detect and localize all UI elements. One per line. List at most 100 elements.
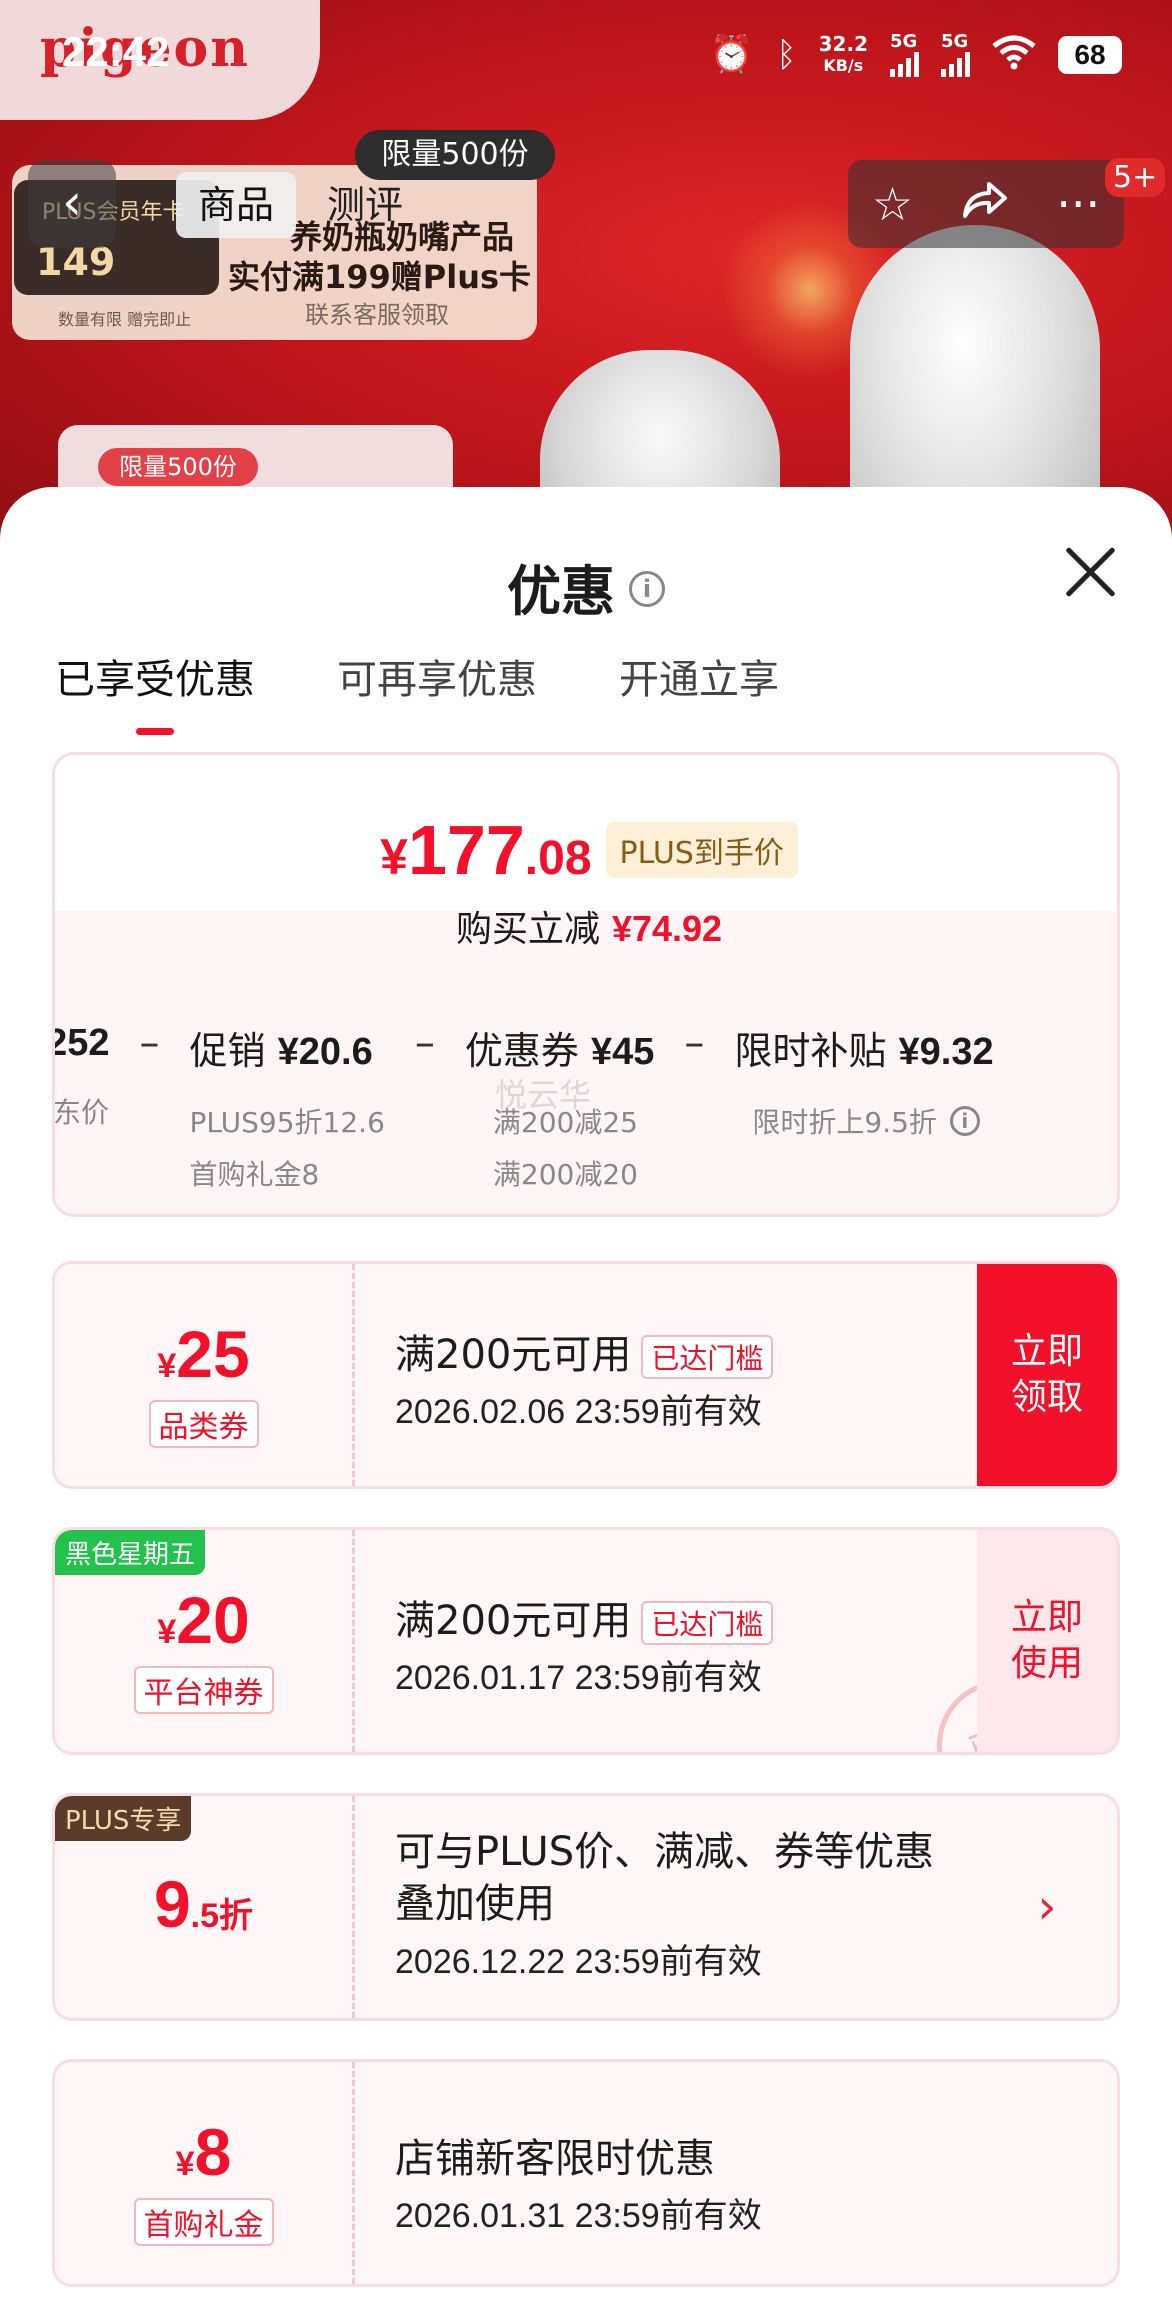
quantity-note: 数量有限 赠完即止 [58,310,192,329]
breakdown-sub-line: 满200减20 [492,1158,638,1191]
coupon-type: 品类券 [148,1400,259,1448]
price-summary-card: ¥177.08PLUS到手价 购买立减 ¥74.92 ¥252 京东价 – 促销 … [52,752,1120,1217]
sim1-signal: 5G [890,33,919,77]
threshold-met-tag: 已达门槛 [641,1601,774,1645]
breakdown-sub: PLUS95折12.6 首购礼金8 [190,1097,385,1201]
coupon-card[interactable]: ¥25 品类券 满200元可用 已达门槛 2026.02.06 23:59前有效 … [52,1261,1120,1489]
coupon-expiry: 2026.01.17 23:59前有效 [395,1659,762,1697]
status-bar: 22:42 ⏰ ᛒ 32.2 KB/s 5G 5G 68 [0,0,1172,120]
plus-price-tag: PLUS到手价 [605,822,798,878]
price-decimal: .08 [524,832,592,885]
net-speed-unit: KB/s [823,56,864,75]
info-icon[interactable]: i [949,1106,980,1136]
promo-line-2: 实付满199赠Plus卡 [228,258,532,296]
coupon-value: ¥8 [55,2114,352,2190]
chevron-right-icon[interactable]: › [977,1796,1117,2018]
sim2-label: 5G [941,31,969,52]
info-icon[interactable]: i [629,571,665,608]
coupon-details: 可与PLUS价、满减、券等优惠 叠加使用 2026.12.22 23:59前有效 [395,1826,934,1983]
coupon-type: 平台神券 [133,1666,274,1714]
coupon-card[interactable]: PLUS专享 9.5折 可与PLUS价、满减、券等优惠 叠加使用 2026.12… [52,1793,1120,2021]
coupon-type: 首购礼金 [133,2198,274,2246]
final-price: ¥177.08 [380,810,591,890]
claim-coupon-button[interactable]: 立即 领取 [977,1264,1117,1486]
use-coupon-button[interactable]: 立即 使用 [977,1530,1117,1752]
coupon-amount: 9 [153,1867,191,1941]
coupon-condition: 满200元可用 已达门槛 [395,1588,774,1646]
price-currency: ¥ [380,829,408,885]
breakdown-value: 促销 ¥20.6 [190,1020,385,1075]
coupon-condition: 可与PLUS价、满减、券等优惠 [395,1829,935,1875]
coupon-condition-text: 满200元可用 [395,1332,632,1378]
tab-activate-discounts[interactable]: 开通立享 [619,647,779,735]
coupon-suffix: .5折 [190,1897,254,1935]
coupon-amount: 8 [194,2115,232,2189]
watermark: 悦云华 [495,1076,592,1114]
coupon-value-area: ¥8 首购礼金 [55,2062,355,2284]
sheet-title: 优惠 i [0,547,1172,626]
status-icons: ⏰ ᛒ 32.2 KB/s 5G 5G 68 [709,30,1122,80]
bluetooth-icon: ᛒ [776,35,797,75]
reduction-row: 购买立减 ¥74.92 [55,900,1117,952]
coupon-card[interactable]: ¥8 首购礼金 店铺新客限时优惠 2026.01.31 23:59前有效 [52,2059,1120,2287]
breakdown-amount: ¥9.32 [898,1031,994,1073]
coupon-currency: ¥ [157,1613,177,1651]
breakdown-promotion: 促销 ¥20.6 PLUS95折12.6 首购礼金8 [190,1020,385,1201]
threshold-met-tag: 已达门槛 [641,1335,774,1379]
minus-sign: – [684,1020,705,1066]
coupon-expiry: 2026.12.22 23:59前有效 [395,1943,762,1981]
coupon-currency: ¥ [157,1347,177,1385]
coupon-details: 满200元可用 已达门槛 2026.01.17 23:59前有效 [395,1588,774,1699]
breakdown-label: 限时补贴 [734,1029,887,1073]
tab-review[interactable]: 测评 [305,172,425,238]
coupon-condition: 满200元可用 已达门槛 [395,1322,774,1380]
nav-actions: ☆ ··· [848,160,1124,248]
pointer-arrow [569,964,607,1002]
price-integer: 177 [407,811,525,889]
favorite-star-icon[interactable]: ☆ [872,177,913,231]
minus-sign: – [414,1020,435,1066]
promo-line-3: 联系客服领取 [305,301,449,329]
breakdown-sub-line: 限时折上9.5折 [752,1106,937,1139]
breakdown-label: 优惠券 [464,1029,579,1073]
coupon-expiry: 2026.02.06 23:59前有效 [395,1393,762,1431]
coupon-amount: 20 [176,1583,250,1657]
coupon-condition-text: 满200元可用 [395,1598,632,1644]
coupon-value-area: ¥20 平台神券 [55,1530,355,1752]
back-button[interactable]: ‹ [28,160,116,248]
alarm-icon: ⏰ [709,34,755,75]
message-count-badge: 5+ [1105,158,1166,197]
breakdown-value: 限时补贴 ¥9.32 [734,1020,993,1075]
breakdown-amount: ¥20.6 [277,1031,373,1073]
breakdown-amount: ¥45 [591,1031,655,1073]
tab-product[interactable]: 商品 [176,172,297,238]
breakdown-value: ¥252 [55,1020,110,1065]
tab-more-discounts[interactable]: 可再享优惠 [337,647,537,735]
breakdown-amount: ¥252 [55,1022,110,1064]
tab-enjoyed-discounts[interactable]: 已享受优惠 [55,647,255,735]
coupon-value-area: 9.5折 [55,1796,355,2018]
breakdown-sub: 京东价 [53,1096,110,1129]
breakdown-label: 促销 [189,1029,266,1073]
coupon-details: 满200元可用 已达门槛 2026.02.06 23:59前有效 [395,1322,774,1433]
final-price-row: ¥177.08 PLUS到手价 [55,810,1117,890]
coupon-currency: ¥ [175,2145,195,2183]
signal-bars-icon [890,51,919,77]
limit-badge-2: 限量500份 [98,448,258,486]
coupon-value-area: ¥25 品类券 [55,1264,355,1486]
coupon-value: ¥20 [55,1582,352,1658]
breakdown-jd-price: ¥252 京东价 [53,1020,110,1201]
more-icon[interactable]: ··· [1056,177,1100,231]
net-speed: 32.2 KB/s [819,34,868,76]
sim2-signal: 5G [941,33,970,77]
reduction-label: 购买立减 [455,909,600,950]
minus-sign: – [139,1020,160,1066]
breakdown-sub-line: 首购礼金8 [189,1158,320,1191]
share-icon[interactable] [961,177,1009,231]
breakdown-subsidy: 限时补贴 ¥9.32 限时折上9.5折 i [734,1020,993,1201]
wifi-icon [992,34,1036,77]
signal-bars-icon [941,51,970,77]
status-time: 22:42 [62,28,170,75]
close-button[interactable] [1058,539,1122,603]
coupon-card[interactable]: 黑色星期五 ¥20 平台神券 满200元可用 已达门槛 2026.01.17 23… [52,1527,1120,1755]
